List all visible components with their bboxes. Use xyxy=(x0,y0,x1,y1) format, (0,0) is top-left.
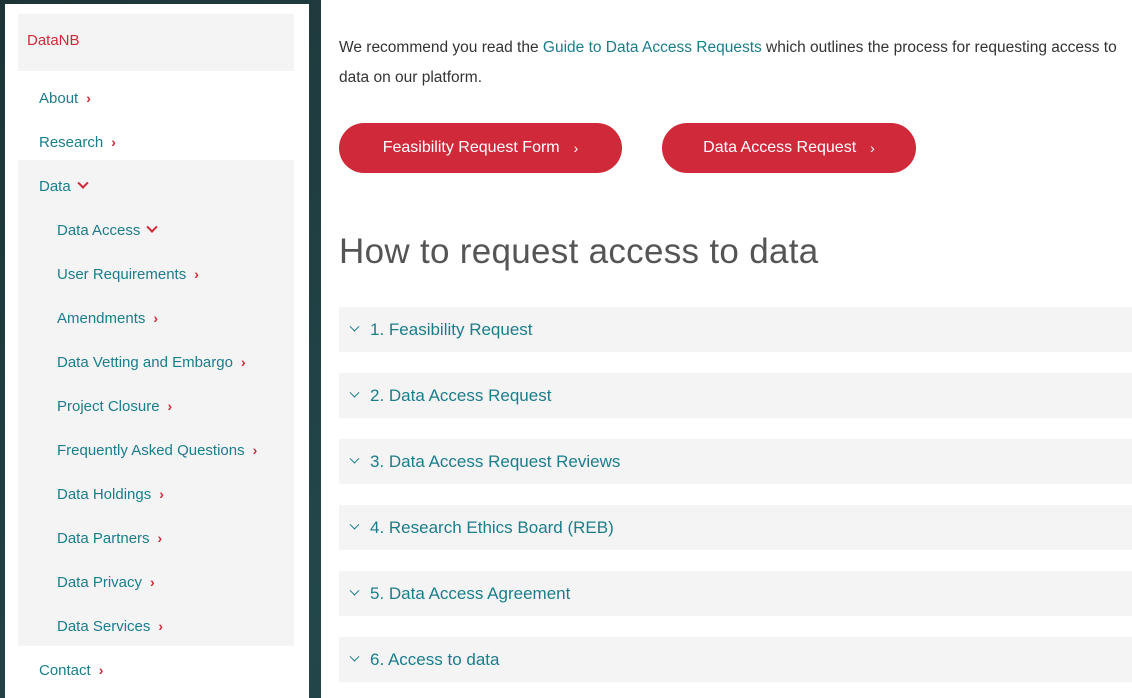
chevron-down-icon xyxy=(349,321,360,332)
sidebar-item-label: Frequently Asked Questions xyxy=(57,441,245,459)
intro-text: We recommend you read the xyxy=(339,39,543,56)
feasibility-request-button[interactable]: Feasibility Request Form › xyxy=(339,123,622,173)
accordion-item-data-access-request[interactable]: 2. Data Access Request xyxy=(339,373,1132,418)
intro-paragraph: We recommend you read the Guide to Data … xyxy=(339,33,1129,93)
guide-link[interactable]: Guide to Data Access Requests xyxy=(543,39,762,56)
chevron-down-icon xyxy=(349,387,360,398)
accordion-label: 6. Access to data xyxy=(370,649,500,669)
chevron-right-icon: › xyxy=(86,90,91,106)
sidebar-item-label: Data Services xyxy=(57,617,151,635)
chevron-right-icon: › xyxy=(98,662,104,678)
sidebar-item-data-holdings[interactable]: Data Holdings › xyxy=(57,472,164,516)
chevron-right-icon: › xyxy=(167,398,173,414)
button-label: Feasibility Request Form xyxy=(382,139,560,156)
sidebar-item-user-requirements[interactable]: User Requirements › xyxy=(57,252,199,296)
accordion-label: 4. Research Ethics Board (REB) xyxy=(370,517,614,537)
sidebar-brand-link[interactable]: DataNB xyxy=(27,32,80,49)
sidebar-item-label: Data Partners xyxy=(57,529,150,547)
button-label: Data Access Request xyxy=(703,139,857,156)
sidebar-item-label: Data Vetting and Embargo xyxy=(57,353,233,371)
accordion-label: 1. Feasibility Request xyxy=(370,319,533,339)
accordion-label: 5. Data Access Agreement xyxy=(370,583,571,603)
accordion-label: 2. Data Access Request xyxy=(370,385,552,405)
chevron-down-icon xyxy=(349,651,360,662)
chevron-right-icon: › xyxy=(870,140,875,156)
data-access-request-button[interactable]: Data Access Request › xyxy=(662,123,916,173)
sidebar-item-data-services[interactable]: Data Services › xyxy=(57,604,163,648)
sidebar-item-data-vetting[interactable]: Data Vetting and Embargo › xyxy=(57,340,246,384)
chevron-right-icon: › xyxy=(153,310,159,326)
sidebar-item-about[interactable]: About › xyxy=(39,76,91,120)
chevron-right-icon: › xyxy=(240,354,246,370)
accordion-item-access-to-data[interactable]: 6. Access to data xyxy=(339,637,1132,682)
chevron-right-icon: › xyxy=(157,530,163,546)
chevron-down-icon xyxy=(349,453,360,464)
chevron-right-icon: › xyxy=(159,486,164,502)
chevron-right-icon: › xyxy=(111,134,116,150)
sidebar-item-faq[interactable]: Frequently Asked Questions › xyxy=(57,428,257,472)
sidebar-item-project-closure[interactable]: Project Closure › xyxy=(57,384,172,428)
sidebar-item-data[interactable]: Data xyxy=(39,164,89,208)
sidebar-item-label: User Requirements xyxy=(57,265,187,283)
sidebar-nav: DataNB About › Research › Data Data Acce… xyxy=(5,4,309,698)
sidebar-item-label: Data Privacy xyxy=(57,573,143,591)
accordion-label: 3. Data Access Request Reviews xyxy=(370,451,621,471)
accordion-item-agreement[interactable]: 5. Data Access Agreement xyxy=(339,571,1132,616)
chevron-right-icon: › xyxy=(194,266,199,282)
chevron-right-icon: › xyxy=(158,618,164,634)
sidebar-item-label: About xyxy=(39,89,79,107)
main-content: We recommend you read the Guide to Data … xyxy=(321,0,1132,698)
accordion-item-reviews[interactable]: 3. Data Access Request Reviews xyxy=(339,439,1132,484)
sidebar-item-label: Data xyxy=(39,177,71,195)
chevron-right-icon: › xyxy=(150,574,155,590)
sidebar-item-data-privacy[interactable]: Data Privacy › xyxy=(57,560,155,604)
sidebar-item-label: Project Closure xyxy=(57,397,160,415)
chevron-down-icon xyxy=(77,177,89,189)
sidebar-item-amendments[interactable]: Amendments › xyxy=(57,296,158,340)
accordion-item-reb[interactable]: 4. Research Ethics Board (REB) xyxy=(339,505,1132,550)
sidebar-item-label: Contact xyxy=(39,661,91,679)
chevron-down-icon xyxy=(146,221,159,233)
chevron-down-icon xyxy=(349,585,360,596)
section-title: How to request access to data xyxy=(339,232,819,271)
accordion-item-feasibility[interactable]: 1. Feasibility Request xyxy=(339,307,1132,352)
chevron-right-icon: › xyxy=(252,442,258,458)
sidebar-item-label: Amendments xyxy=(57,309,146,327)
chevron-down-icon xyxy=(349,519,360,530)
sidebar-item-data-access[interactable]: Data Access xyxy=(57,208,159,252)
sidebar-item-research[interactable]: Research › xyxy=(39,120,116,164)
sidebar-item-label: Data Access xyxy=(57,221,141,239)
sidebar-item-label: Data Holdings xyxy=(57,485,152,503)
sidebar-item-label: Research xyxy=(39,133,104,151)
sidebar-item-data-partners[interactable]: Data Partners › xyxy=(57,516,162,560)
chevron-right-icon: › xyxy=(573,140,579,156)
sidebar-item-contact[interactable]: Contact › xyxy=(39,648,103,692)
